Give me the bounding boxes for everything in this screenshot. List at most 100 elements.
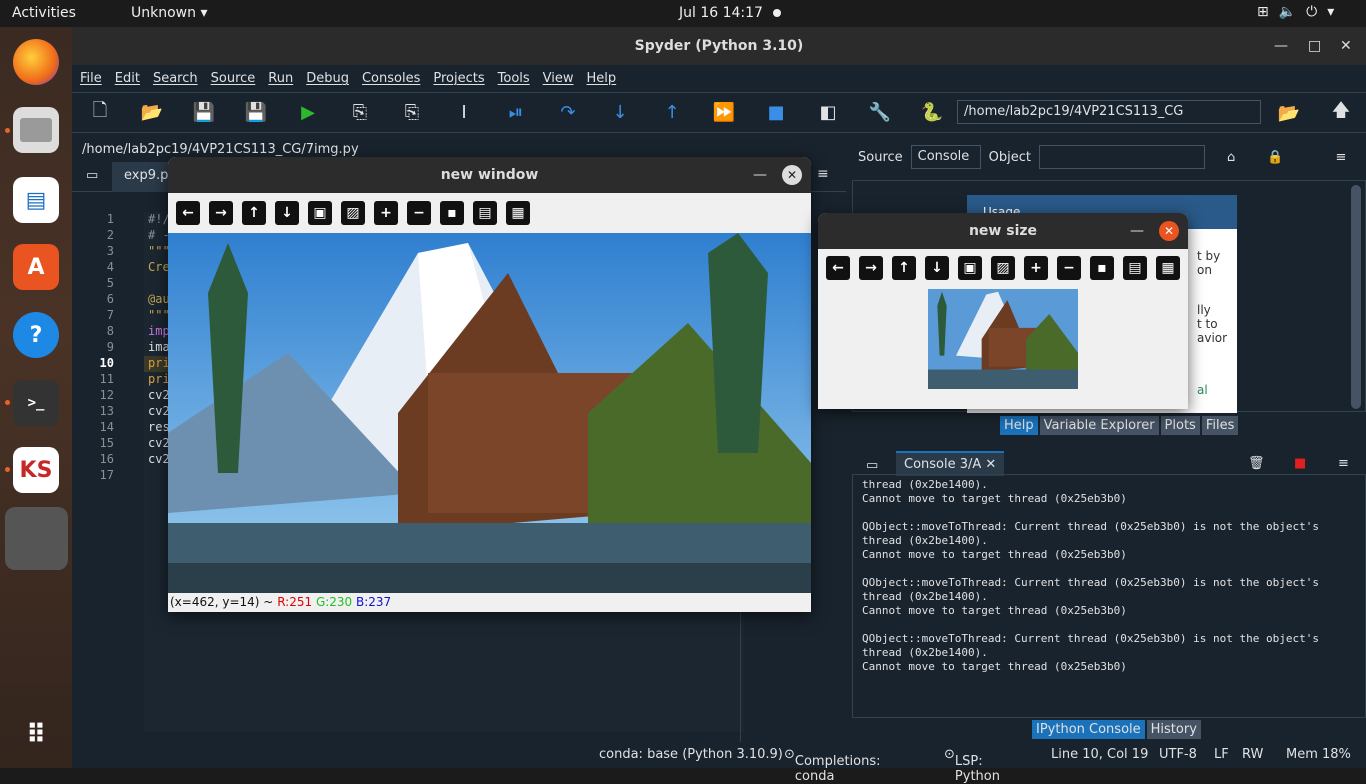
zoom-out-icon[interactable]: − — [1057, 256, 1081, 280]
activities-button[interactable]: Activities — [12, 5, 76, 21]
eol-status: LF — [1214, 747, 1229, 762]
tab-plots[interactable]: Plots — [1160, 416, 1200, 435]
terminal-icon[interactable]: >_ — [13, 380, 59, 426]
debug-icon[interactable]: ⏯ — [502, 99, 530, 127]
menu-tools[interactable]: Tools — [498, 71, 530, 86]
step-icon[interactable]: ↷ — [554, 99, 582, 127]
help-icon[interactable]: ? — [13, 312, 59, 358]
app-menu[interactable]: Unknown ▾ — [131, 5, 207, 21]
close-button[interactable]: ✕ — [1159, 221, 1179, 241]
home-icon[interactable]: ⌂ — [1227, 150, 1235, 165]
continue-icon[interactable]: ⏩ — [710, 99, 738, 127]
interrupt-icon[interactable]: ■ — [1294, 456, 1306, 471]
help-scrollbar[interactable] — [1351, 185, 1361, 409]
menu-help[interactable]: Help — [587, 71, 617, 86]
help-options-icon[interactable]: ≡ — [1335, 150, 1346, 165]
working-directory-combo[interactable]: /home/lab2pc19/4VP21CS113_CG — [957, 100, 1261, 124]
volume-icon[interactable]: 🔈 — [1279, 4, 1296, 20]
tab-ipython-console[interactable]: IPython Console — [1032, 720, 1145, 739]
menu-file[interactable]: File — [80, 71, 102, 86]
object-combo[interactable] — [1039, 145, 1205, 169]
ks-app-icon[interactable]: KS — [13, 447, 59, 493]
save-image-icon[interactable]: ▪ — [440, 201, 464, 225]
run-cell-advance-icon[interactable]: ⎘ — [398, 99, 426, 127]
run-cell-icon[interactable]: ⎘ — [346, 99, 374, 127]
menu-source[interactable]: Source — [211, 71, 256, 86]
zoom-in-icon[interactable]: + — [374, 201, 398, 225]
pan-right-icon[interactable]: → — [859, 256, 883, 280]
minimize-button[interactable]: — — [1130, 213, 1144, 249]
close-button[interactable]: ✕ — [782, 165, 802, 185]
image-display[interactable] — [928, 289, 1078, 389]
maximize-pane-icon[interactable]: ◧ — [814, 99, 842, 127]
save-all-icon[interactable]: 💾 — [242, 99, 270, 127]
stop-icon[interactable]: ■ — [762, 99, 790, 127]
tab-console-3a[interactable]: Console 3/A ✕ — [896, 451, 1005, 476]
tab-variable-explorer[interactable]: Variable Explorer — [1039, 416, 1159, 435]
console-options-icon[interactable]: ≡ — [1338, 456, 1349, 471]
maximize-button[interactable]: □ — [1308, 27, 1321, 65]
console-output[interactable]: thread (0x2be1400). Cannot move to targe… — [852, 474, 1366, 718]
app-center-icon[interactable]: A — [13, 244, 59, 290]
tab-help[interactable]: Help — [1000, 416, 1038, 435]
menu-consoles[interactable]: Consoles — [362, 71, 420, 86]
system-tray[interactable]: ⊞ 🔈 ⏻ ▾ — [1257, 4, 1334, 20]
step-return-icon[interactable]: ↑ — [658, 99, 686, 127]
browse-tabs-icon[interactable]: ▭ — [86, 168, 98, 183]
new-file-icon[interactable]: 🗋 — [86, 99, 114, 127]
clock[interactable]: Jul 16 14:17 — [679, 5, 763, 21]
firefox-icon[interactable] — [13, 39, 59, 85]
spyder-dock-icon[interactable] — [5, 507, 68, 570]
zoom-out-icon[interactable]: − — [407, 201, 431, 225]
copy-clipboard-icon[interactable]: ▤ — [473, 201, 497, 225]
browse-directory-icon[interactable]: 📂 — [1275, 99, 1303, 127]
pan-left-icon[interactable]: ← — [176, 201, 200, 225]
close-button[interactable]: ✕ — [1340, 27, 1352, 65]
menu-debug[interactable]: Debug — [306, 71, 349, 86]
properties-icon[interactable]: ▦ — [506, 201, 530, 225]
python-path-icon[interactable]: 🐍 — [918, 99, 946, 127]
minimize-button[interactable]: — — [753, 157, 767, 193]
preferences-icon[interactable]: 🔧 — [866, 99, 894, 127]
menu-projects[interactable]: Projects — [433, 71, 484, 86]
run-icon[interactable]: ▶ — [294, 99, 322, 127]
lock-icon[interactable]: 🔒 — [1267, 150, 1283, 165]
open-file-icon[interactable]: 📂 — [138, 99, 166, 127]
pan-down-icon[interactable]: ↓ — [275, 201, 299, 225]
copy-clipboard-icon[interactable]: ▤ — [1123, 256, 1147, 280]
files-icon[interactable] — [13, 107, 59, 153]
pan-up-icon[interactable]: ↑ — [242, 201, 266, 225]
zoom-original-icon[interactable]: ▣ — [958, 256, 982, 280]
menu-search[interactable]: Search — [153, 71, 198, 86]
zoom-original-icon[interactable]: ▣ — [308, 201, 332, 225]
tab-files[interactable]: Files — [1201, 416, 1239, 435]
menu-run[interactable]: Run — [268, 71, 293, 86]
image-display[interactable] — [168, 233, 811, 593]
show-apps-icon[interactable]: ⠿ — [13, 712, 59, 758]
trash-icon[interactable]: 🗑 — [1248, 456, 1265, 471]
browse-console-icon[interactable]: ▭ — [866, 458, 878, 473]
pan-right-icon[interactable]: → — [209, 201, 233, 225]
step-into-icon[interactable]: ↓ — [606, 99, 634, 127]
save-icon[interactable]: 💾 — [190, 99, 218, 127]
writer-icon[interactable]: ▤ — [13, 177, 59, 223]
minimize-button[interactable]: — — [1274, 27, 1288, 65]
pan-up-icon[interactable]: ↑ — [892, 256, 916, 280]
editor-options-icon[interactable]: ≡ — [817, 166, 829, 182]
menu-view[interactable]: View — [543, 71, 574, 86]
power-icon[interactable]: ⏻ — [1306, 4, 1317, 20]
menu-edit[interactable]: Edit — [115, 71, 140, 86]
parent-directory-icon[interactable]: 🡅 — [1327, 99, 1355, 127]
tab-history[interactable]: History — [1146, 720, 1201, 739]
save-image-icon[interactable]: ▪ — [1090, 256, 1114, 280]
run-selection-icon[interactable]: I — [450, 99, 478, 127]
zoom-fit-icon[interactable]: ▨ — [991, 256, 1015, 280]
zoom-fit-icon[interactable]: ▨ — [341, 201, 365, 225]
pan-left-icon[interactable]: ← — [826, 256, 850, 280]
pan-down-icon[interactable]: ↓ — [925, 256, 949, 280]
properties-icon[interactable]: ▦ — [1156, 256, 1180, 280]
zoom-in-icon[interactable]: + — [1024, 256, 1048, 280]
source-combo[interactable]: Console — [910, 145, 981, 169]
network-icon[interactable]: ⊞ — [1257, 4, 1269, 20]
chevron-down-icon[interactable]: ▾ — [1327, 4, 1334, 20]
